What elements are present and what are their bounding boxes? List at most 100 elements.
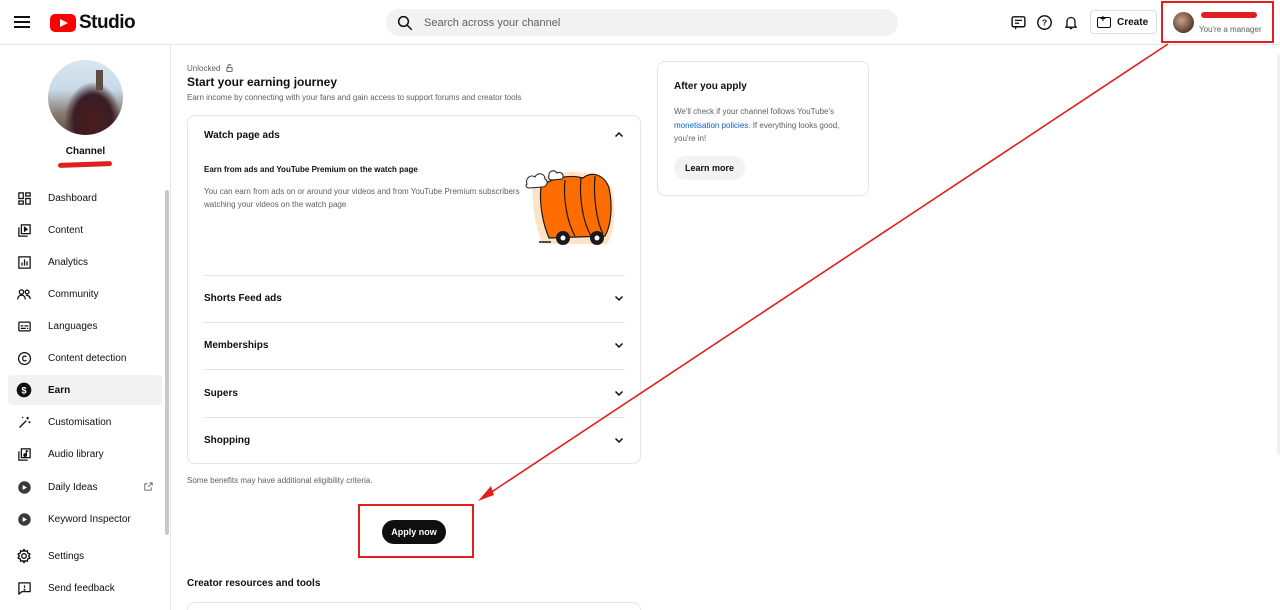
page-title: Start your earning journey [187,75,338,89]
accordion-watch-page-ads[interactable]: Watch page ads [204,129,625,141]
accordion-shorts-feed-ads[interactable]: Shorts Feed ads [204,292,625,304]
sidebar-item-analytics[interactable]: Analytics [8,247,162,277]
sidebar-item-label: Languages [48,320,98,332]
side-card-title: After you apply [674,81,747,92]
ad-cart-illustration [525,170,615,245]
extension-icon [16,479,32,495]
divider [204,417,625,418]
sidebar-item-label: Dashboard [48,192,97,204]
svg-text:?: ? [1041,17,1046,27]
monetisation-policies-link[interactable]: monetisation policies [674,121,748,130]
sidebar-item-label: Audio library [48,448,104,460]
watch-page-heading: Earn from ads and YouTube Premium on the… [204,165,418,174]
help-icon[interactable]: ? [1034,12,1054,32]
accordion-title: Shopping [204,434,251,446]
sidebar-item-audio-library[interactable]: Audio library [8,439,162,469]
magic-wand-icon [16,414,32,430]
chevron-down-icon[interactable] [613,292,625,304]
divider [204,369,625,370]
arrow-head [478,486,494,501]
unlocked-status: Unlocked [187,63,234,73]
after-you-apply-card: After you apply We'll check if your chan… [657,61,869,196]
sidebar-item-keyword-inspector[interactable]: Keyword Inspector [8,504,162,534]
accordion-memberships[interactable]: Memberships [204,339,625,351]
top-bar: Studio ? Create You're a manager [0,0,1280,45]
sidebar-item-content[interactable]: Content [8,215,162,245]
svg-text:$: $ [21,385,27,395]
sidebar-item-languages[interactable]: Languages [8,311,162,341]
sidebar-item-send-feedback[interactable]: Send feedback [8,573,162,603]
sidebar-item-label: Content [48,224,84,236]
sidebar-item-label: Content detection [48,352,127,364]
sidebar-item-label: Earn [48,384,71,396]
search-input[interactable] [424,16,824,29]
sidebar-item-dashboard[interactable]: Dashboard [8,183,162,213]
accordion-title: Watch page ads [204,129,280,141]
sidebar-item-label: Customisation [48,416,112,428]
chevron-down-icon[interactable] [613,387,625,399]
dollar-icon: $ [16,382,32,398]
channel-avatar[interactable] [48,60,123,135]
divider [204,275,625,276]
external-link-icon [144,482,153,491]
sidebar-item-community[interactable]: Community [8,279,162,309]
accordion-title: Memberships [204,339,269,351]
resources-card [187,602,641,610]
sidebar-item-earn[interactable]: $ Earn [8,375,162,405]
sidebar: Channel Dashboard Content Analytics Comm… [0,45,171,610]
brand-name: Studio [79,12,136,33]
sidebar-item-label: Daily Ideas [48,481,98,493]
copyright-icon [16,350,32,366]
sidebar-scrollbar[interactable] [165,190,169,535]
content-icon [16,222,32,238]
apply-now-button[interactable]: Apply now [382,520,446,544]
account-role: You're a manager [1199,25,1262,34]
channel-label: Channel [65,146,106,157]
eligibility-note: Some benefits may have additional eligib… [187,476,373,485]
channel-name-redacted [57,161,113,168]
feedback-icon [16,580,32,596]
resources-title: Creator resources and tools [187,578,321,589]
dashboard-icon [16,190,32,206]
create-video-icon [1097,14,1111,28]
sidebar-item-label: Community [48,288,99,300]
account-name-redacted [1201,12,1257,18]
sidebar-item-label: Analytics [48,256,89,268]
gear-icon [16,548,32,564]
search-icon [397,15,413,30]
sidebar-item-settings[interactable]: Settings [8,541,162,571]
benefits-card: Watch page ads Earn from ads and YouTube… [187,115,641,464]
subtitles-icon [16,318,32,334]
unlocked-label: Unlocked [187,63,221,73]
page-subtitle: Earn income by connecting with your fans… [187,93,522,102]
unlock-icon [226,64,233,72]
accordion-title: Supers [204,387,238,399]
community-icon [16,286,32,302]
accordion-supers[interactable]: Supers [204,387,625,399]
divider [204,322,625,323]
learn-more-button[interactable]: Learn more [674,156,746,180]
sidebar-item-label: Settings [48,550,85,562]
sidebar-item-content-detection[interactable]: Content detection [8,343,162,373]
notifications-bell-icon[interactable] [1061,12,1081,32]
create-button[interactable]: Create [1090,10,1158,34]
search-bar[interactable] [386,9,898,36]
sidebar-item-customisation[interactable]: Customisation [8,407,162,437]
chevron-down-icon[interactable] [613,434,625,446]
accordion-shopping[interactable]: Shopping [204,434,625,446]
sidebar-item-label: Send feedback [48,582,115,594]
avatar [1173,12,1194,33]
chevron-down-icon[interactable] [613,339,625,351]
account-switcher[interactable]: You're a manager [1161,1,1274,43]
analytics-icon [16,254,32,270]
chevron-up-icon[interactable] [613,129,625,141]
sidebar-item-daily-ideas[interactable]: Daily Ideas [8,472,162,502]
youtube-play-icon [50,14,76,32]
menu-icon[interactable] [14,13,36,31]
live-chat-icon[interactable] [1008,12,1028,32]
watch-page-description: You can earn from ads on or around your … [204,187,520,209]
sidebar-item-label: Keyword Inspector [48,513,131,525]
side-card-text-start: We'll check if your channel follows YouT… [674,107,835,116]
studio-logo[interactable]: Studio [50,12,136,34]
accordion-title: Shorts Feed ads [204,292,282,304]
